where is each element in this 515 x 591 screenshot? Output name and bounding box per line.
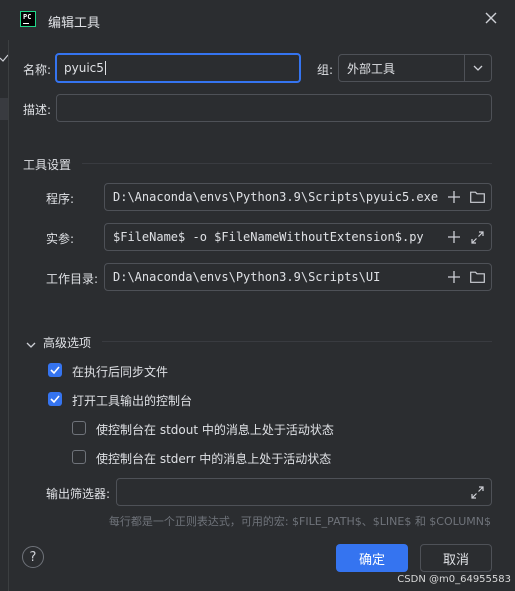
help-icon[interactable]: ? — [22, 546, 44, 568]
cancel-button[interactable]: 取消 — [420, 544, 492, 572]
edit-tool-dialog: PC 编辑工具 名称: pyuic5 组: 外部工具 描述: 工具设置 程序: … — [0, 0, 515, 591]
program-label: 程序: — [46, 192, 75, 206]
workdir-input[interactable]: D:\Anaconda\envs\Python3.9\Scripts\UI — [104, 263, 492, 291]
name-input[interactable]: pyuic5 — [55, 53, 301, 83]
output-filters-input[interactable] — [116, 478, 492, 506]
ide-selected-row — [0, 98, 8, 120]
app-icon-text: PC — [23, 13, 32, 21]
args-value: $FileName$ -o $FileNameWithoutExtension$… — [113, 230, 424, 244]
check-icon — [50, 395, 60, 404]
check-icon — [50, 366, 60, 375]
ok-button[interactable]: 确定 — [336, 544, 408, 572]
sync-files-checkbox[interactable] — [48, 363, 62, 377]
output-filters-label: 输出筛选器: — [46, 487, 111, 501]
stderr-active-checkbox[interactable] — [72, 450, 86, 464]
chevron-down-icon[interactable] — [464, 55, 491, 81]
insert-macro-plus-icon[interactable] — [446, 269, 462, 285]
advanced-options-title[interactable]: 高级选项 — [43, 334, 91, 351]
text-caret — [104, 61, 106, 75]
chevron-down-icon[interactable] — [26, 337, 36, 348]
stdout-active-label[interactable]: 使控制台在 stdout 中的消息上处于活动状态 — [96, 421, 334, 438]
open-console-label[interactable]: 打开工具输出的控制台 — [72, 392, 192, 409]
check-icon — [0, 54, 8, 62]
dialog-title: 编辑工具 — [48, 16, 101, 31]
args-label: 实参: — [46, 232, 75, 246]
close-icon[interactable] — [483, 11, 499, 27]
folder-icon[interactable] — [469, 189, 485, 205]
folder-icon[interactable] — [469, 269, 485, 285]
open-console-checkbox[interactable] — [48, 392, 62, 406]
description-input[interactable] — [56, 94, 492, 122]
workdir-value: D:\Anaconda\envs\Python3.9\Scripts\UI — [113, 270, 381, 284]
group-value: 外部工具 — [347, 61, 396, 76]
insert-macro-plus-icon[interactable] — [446, 229, 462, 245]
program-value: D:\Anaconda\envs\Python3.9\Scripts\pyuic… — [113, 190, 439, 204]
args-input[interactable]: $FileName$ -o $FileNameWithoutExtension$… — [104, 223, 492, 251]
pycharm-logo-icon: PC — [20, 11, 36, 27]
expand-icon[interactable] — [469, 229, 485, 245]
title-bar: PC 编辑工具 — [8, 0, 515, 40]
group-label: 组: — [317, 63, 334, 77]
description-label: 描述: — [23, 103, 52, 117]
program-input[interactable]: D:\Anaconda\envs\Python3.9\Scripts\pyuic… — [104, 183, 492, 211]
section-divider — [82, 163, 492, 164]
tool-settings-title: 工具设置 — [23, 158, 72, 172]
insert-macro-plus-icon[interactable] — [446, 189, 462, 205]
stderr-active-label[interactable]: 使控制台在 stderr 中的消息上处于活动状态 — [96, 450, 331, 467]
ide-background-sliver — [0, 40, 9, 591]
stdout-active-checkbox[interactable] — [72, 421, 86, 435]
csdn-watermark: CSDN @m0_64955583 — [397, 574, 511, 585]
sync-files-label[interactable]: 在执行后同步文件 — [72, 363, 168, 380]
group-select[interactable]: 外部工具 — [338, 54, 492, 82]
expand-icon[interactable] — [469, 484, 485, 500]
workdir-label: 工作目录: — [46, 272, 99, 286]
section-divider — [102, 341, 492, 342]
name-label: 名称: — [23, 63, 52, 77]
name-value: pyuic5 — [64, 61, 104, 75]
output-filters-hint: 每行都是一个正则表达式，可用的宏: $FILE_PATH$、$LINE$ 和 $… — [108, 515, 491, 528]
